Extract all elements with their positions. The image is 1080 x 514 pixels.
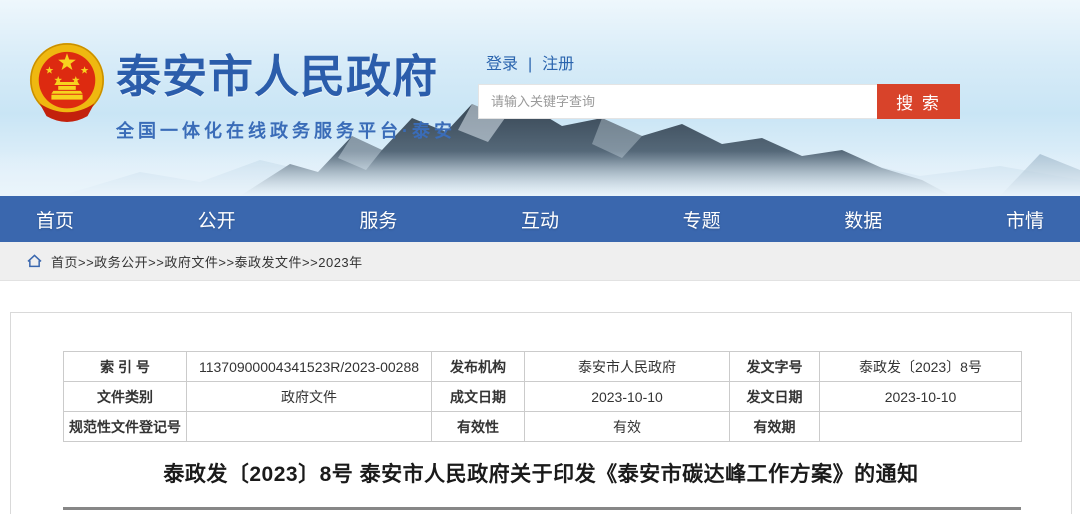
meta-label-validity: 有效性 (432, 412, 525, 442)
nav-item-open[interactable]: 公开 (198, 206, 236, 233)
nav-item-cityinfo[interactable]: 市情 (1006, 206, 1044, 233)
meta-label-regulatory-no: 规范性文件登记号 (64, 412, 187, 442)
meta-value-doc-number: 泰政发〔2023〕8号 (820, 352, 1022, 382)
breadcrumb-bar: 首页>>政务公开>>政府文件>>泰政发文件>>2023年 (0, 242, 1080, 281)
meta-value-written-date: 2023-10-10 (525, 382, 730, 412)
nav-item-data[interactable]: 数据 (844, 206, 882, 233)
site-identity: 泰安市人民政府 全国一体化在线政务服务平台·泰安 (116, 40, 456, 143)
main-nav: 首页 公开 服务 互动 专题 数据 市情 (0, 196, 1080, 242)
meta-value-index-no: 11370900004341523R/2023-00288 (187, 352, 432, 382)
meta-label-issue-date: 发文日期 (730, 382, 820, 412)
document-meta-table: 索 引 号 11370900004341523R/2023-00288 发布机构… (63, 351, 1022, 442)
meta-label-doc-number: 发文字号 (730, 352, 820, 382)
nav-item-interact[interactable]: 互动 (521, 206, 559, 233)
national-emblem-logo[interactable] (28, 36, 106, 132)
site-subtitle: 全国一体化在线政务服务平台·泰安 (116, 117, 456, 143)
home-icon (27, 254, 42, 268)
table-row: 索 引 号 11370900004341523R/2023-00288 发布机构… (64, 352, 1022, 382)
site-header: 泰安市人民政府 全国一体化在线政务服务平台·泰安 登录 | 注册 搜 索 (0, 0, 1080, 196)
nav-item-home[interactable]: 首页 (36, 206, 74, 233)
register-link[interactable]: 注册 (542, 56, 574, 73)
table-row: 规范性文件登记号 有效性 有效 有效期 (64, 412, 1022, 442)
meta-value-issue-date: 2023-10-10 (820, 382, 1022, 412)
nav-item-services[interactable]: 服务 (359, 206, 397, 233)
account-links: 登录 | 注册 (486, 50, 574, 74)
meta-label-doc-category: 文件类别 (64, 382, 187, 412)
meta-value-valid-period (820, 412, 1022, 442)
meta-value-validity: 有效 (525, 412, 730, 442)
title-divider (63, 507, 1021, 510)
meta-label-issuing-org: 发布机构 (432, 352, 525, 382)
document-card: 索 引 号 11370900004341523R/2023-00288 发布机构… (10, 312, 1072, 514)
nav-item-topics[interactable]: 专题 (683, 206, 721, 233)
login-link[interactable]: 登录 (486, 56, 518, 73)
search-input[interactable] (479, 85, 877, 118)
document-title: 泰政发〔2023〕8号 泰安市人民政府关于印发《泰安市碳达峰工作方案》的通知 (11, 458, 1071, 488)
breadcrumb[interactable]: 首页>>政务公开>>政府文件>>泰政发文件>>2023年 (51, 252, 363, 271)
meta-value-issuing-org: 泰安市人民政府 (525, 352, 730, 382)
table-row: 文件类别 政府文件 成文日期 2023-10-10 发文日期 2023-10-1… (64, 382, 1022, 412)
meta-label-valid-period: 有效期 (730, 412, 820, 442)
meta-value-doc-category: 政府文件 (187, 382, 432, 412)
site-title: 泰安市人民政府 (116, 40, 456, 105)
search-button[interactable]: 搜 索 (877, 84, 960, 119)
meta-label-written-date: 成文日期 (432, 382, 525, 412)
login-register-divider: | (528, 56, 532, 73)
meta-value-regulatory-no (187, 412, 432, 442)
meta-label-index-no: 索 引 号 (64, 352, 187, 382)
search-bar: 搜 索 (478, 84, 960, 119)
